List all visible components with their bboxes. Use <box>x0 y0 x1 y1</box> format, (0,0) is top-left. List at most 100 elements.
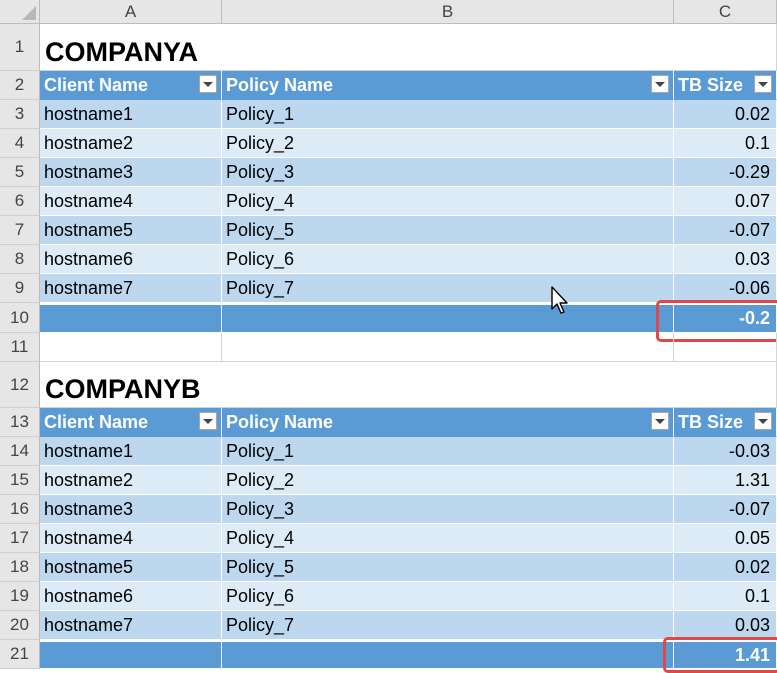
empty-cell[interactable] <box>674 333 777 362</box>
total-row-cell[interactable] <box>40 640 222 669</box>
row-header-12[interactable]: 12 <box>0 362 40 408</box>
row-header-5[interactable]: 5 <box>0 158 40 187</box>
policy-name-cell[interactable]: Policy_1 <box>222 100 674 129</box>
filter-dropdown-icon[interactable] <box>651 412 669 430</box>
tb-size-cell[interactable]: 0.1 <box>674 582 777 611</box>
chevron-down-icon <box>758 81 768 87</box>
tb-size-cell[interactable]: 0.07 <box>674 187 777 216</box>
total-tb-size-cell[interactable]: -0.2 <box>674 303 777 333</box>
row-header-7[interactable]: 7 <box>0 216 40 245</box>
column-header-c[interactable]: C <box>674 0 777 24</box>
policy-name-cell[interactable]: Policy_3 <box>222 495 674 524</box>
header-label: Client Name <box>44 74 149 95</box>
filter-dropdown-icon[interactable] <box>199 75 217 93</box>
table-title-companyb[interactable]: COMPANYB <box>40 362 674 408</box>
policy-name-cell[interactable]: Policy_6 <box>222 582 674 611</box>
row-header-17[interactable]: 17 <box>0 524 40 553</box>
row-header-8[interactable]: 8 <box>0 245 40 274</box>
tb-size-cell[interactable]: 0.02 <box>674 553 777 582</box>
filter-dropdown-icon[interactable] <box>754 412 772 430</box>
tb-size-cell[interactable]: 0.03 <box>674 611 777 640</box>
policy-name-cell[interactable]: Policy_5 <box>222 553 674 582</box>
chevron-down-icon <box>203 81 213 87</box>
client-name-cell[interactable]: hostname2 <box>40 129 222 158</box>
header-client-name[interactable]: Client Name <box>40 408 222 437</box>
empty-cell[interactable] <box>40 333 222 362</box>
row-header-2[interactable]: 2 <box>0 71 40 100</box>
row-header-4[interactable]: 4 <box>0 129 40 158</box>
header-client-name[interactable]: Client Name <box>40 71 222 100</box>
row-header-13[interactable]: 13 <box>0 408 40 437</box>
client-name-cell[interactable]: hostname7 <box>40 274 222 303</box>
policy-name-cell[interactable]: Policy_1 <box>222 437 674 466</box>
column-header-a[interactable]: A <box>40 0 222 24</box>
client-name-cell[interactable]: hostname1 <box>40 100 222 129</box>
client-name-cell[interactable]: hostname6 <box>40 582 222 611</box>
select-all-corner[interactable] <box>0 0 40 24</box>
row-header-9[interactable]: 9 <box>0 274 40 303</box>
row-header-1[interactable]: 1 <box>0 24 40 71</box>
header-tb-size[interactable]: TB Size <box>674 71 777 100</box>
table-title-companya[interactable]: COMPANYA <box>40 24 674 71</box>
header-tb-size[interactable]: TB Size <box>674 408 777 437</box>
tb-size-cell[interactable]: -0.07 <box>674 495 777 524</box>
header-policy-name[interactable]: Policy Name <box>222 71 674 100</box>
row-header-16[interactable]: 16 <box>0 495 40 524</box>
policy-name-cell[interactable]: Policy_5 <box>222 216 674 245</box>
tb-size-cell[interactable]: -0.07 <box>674 216 777 245</box>
policy-name-cell[interactable]: Policy_7 <box>222 274 674 303</box>
filter-dropdown-icon[interactable] <box>199 412 217 430</box>
client-name-cell[interactable]: hostname3 <box>40 495 222 524</box>
filter-dropdown-icon[interactable] <box>754 75 772 93</box>
client-name-cell[interactable]: hostname4 <box>40 187 222 216</box>
policy-name-cell[interactable]: Policy_4 <box>222 187 674 216</box>
client-name-cell[interactable]: hostname5 <box>40 216 222 245</box>
client-name-cell[interactable]: hostname3 <box>40 158 222 187</box>
policy-name-cell[interactable]: Policy_2 <box>222 129 674 158</box>
row-header-11[interactable]: 11 <box>0 333 40 362</box>
total-row-cell[interactable] <box>222 303 674 333</box>
row-header-10[interactable]: 10 <box>0 303 40 333</box>
header-policy-name[interactable]: Policy Name <box>222 408 674 437</box>
total-row-cell[interactable] <box>40 303 222 333</box>
tb-size-cell[interactable]: -0.06 <box>674 274 777 303</box>
empty-cell[interactable] <box>222 333 674 362</box>
header-label: Policy Name <box>226 411 334 432</box>
row-header-18[interactable]: 18 <box>0 553 40 582</box>
client-name-cell[interactable]: hostname2 <box>40 466 222 495</box>
client-name-cell[interactable]: hostname4 <box>40 524 222 553</box>
policy-name-cell[interactable]: Policy_2 <box>222 466 674 495</box>
empty-cell[interactable] <box>674 362 777 408</box>
row-header-14[interactable]: 14 <box>0 437 40 466</box>
tb-size-cell[interactable]: 0.03 <box>674 245 777 274</box>
row-header-19[interactable]: 19 <box>0 582 40 611</box>
policy-name-cell[interactable]: Policy_4 <box>222 524 674 553</box>
row-header-21[interactable]: 21 <box>0 640 40 669</box>
tb-size-cell[interactable]: 0.02 <box>674 100 777 129</box>
total-row-cell[interactable] <box>222 640 674 669</box>
row-header-15[interactable]: 15 <box>0 466 40 495</box>
select-all-triangle-icon <box>22 6 36 20</box>
policy-name-cell[interactable]: Policy_6 <box>222 245 674 274</box>
column-header-b[interactable]: B <box>222 0 674 24</box>
header-label: TB Size <box>678 411 744 432</box>
chevron-down-icon <box>655 81 665 87</box>
client-name-cell[interactable]: hostname7 <box>40 611 222 640</box>
row-header-6[interactable]: 6 <box>0 187 40 216</box>
mouse-pointer-icon <box>551 286 568 314</box>
tb-size-cell[interactable]: 0.1 <box>674 129 777 158</box>
tb-size-cell[interactable]: 0.05 <box>674 524 777 553</box>
client-name-cell[interactable]: hostname1 <box>40 437 222 466</box>
tb-size-cell[interactable]: -0.29 <box>674 158 777 187</box>
tb-size-cell[interactable]: 1.31 <box>674 466 777 495</box>
policy-name-cell[interactable]: Policy_3 <box>222 158 674 187</box>
client-name-cell[interactable]: hostname6 <box>40 245 222 274</box>
filter-dropdown-icon[interactable] <box>651 75 669 93</box>
total-tb-size-cell[interactable]: 1.41 <box>674 640 777 669</box>
tb-size-cell[interactable]: -0.03 <box>674 437 777 466</box>
client-name-cell[interactable]: hostname5 <box>40 553 222 582</box>
row-header-20[interactable]: 20 <box>0 611 40 640</box>
empty-cell[interactable] <box>674 24 777 71</box>
row-header-3[interactable]: 3 <box>0 100 40 129</box>
policy-name-cell[interactable]: Policy_7 <box>222 611 674 640</box>
